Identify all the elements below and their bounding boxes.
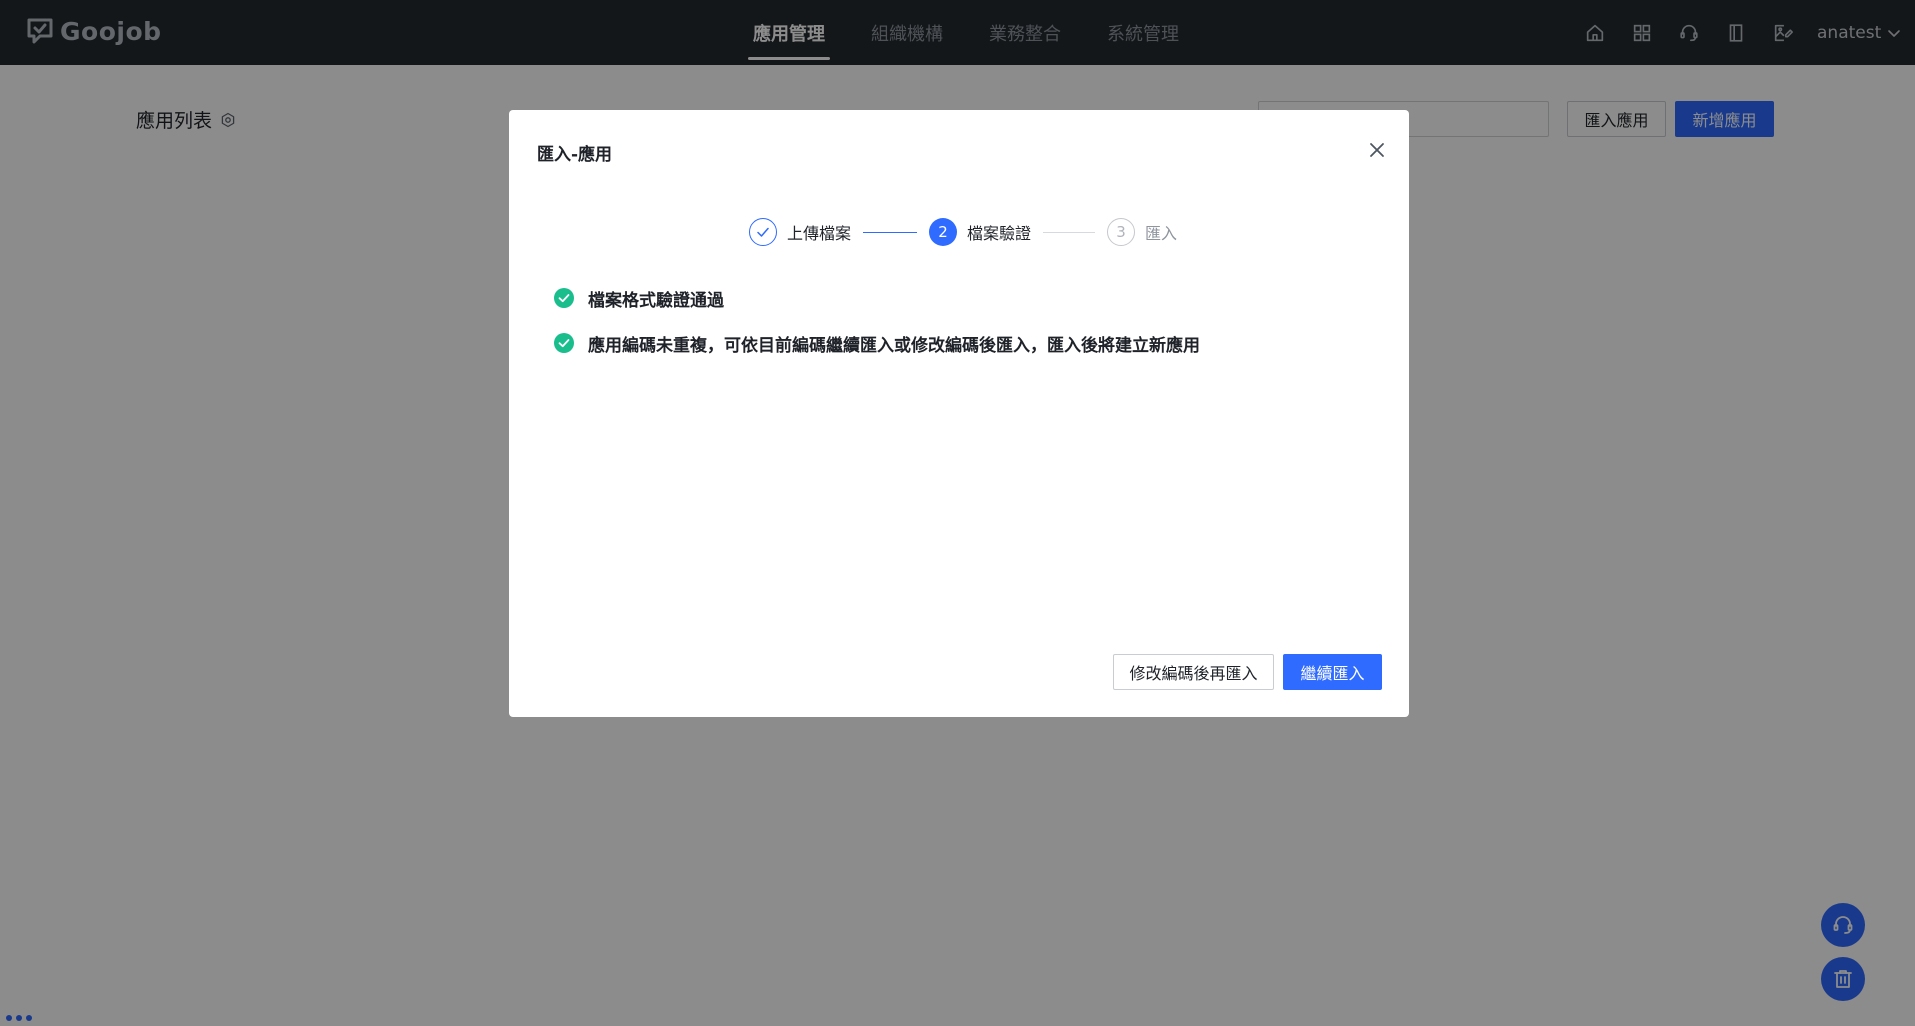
validation-result-row: 檔案格式驗證通過	[554, 286, 1200, 311]
step-validate: 2 檔案驗證	[929, 218, 1031, 246]
step-number: 2	[929, 218, 958, 246]
validation-results: 檔案格式驗證通過 應用編碼未重複，可依目前編碼繼續匯入或修改編碼後匯入，匯入後將…	[554, 286, 1200, 376]
step-upload: 上傳檔案	[749, 218, 851, 246]
validation-result-row: 應用編碼未重複，可依目前編碼繼續匯入或修改編碼後匯入，匯入後將建立新應用	[554, 331, 1200, 356]
step-connector	[1043, 231, 1096, 233]
validation-message: 應用編碼未重複，可依目前編碼繼續匯入或修改編碼後匯入，匯入後將建立新應用	[588, 335, 1200, 356]
close-icon[interactable]	[1367, 140, 1387, 160]
step-import: 3 匯入	[1107, 218, 1177, 246]
step-label: 上傳檔案	[787, 224, 852, 243]
step-label: 匯入	[1145, 224, 1178, 243]
step-connector	[863, 231, 918, 233]
import-app-dialog: 匯入-應用 上傳檔案 2 檔案驗證 3 匯入 檔案格式驗證通過 應用編碼未重複，…	[509, 110, 1409, 717]
success-check-icon	[554, 333, 574, 353]
step-label: 檔案驗證	[967, 224, 1032, 243]
import-steps: 上傳檔案 2 檔案驗證 3 匯入	[749, 218, 1177, 246]
step-done-check-icon	[749, 218, 777, 246]
validation-message: 檔案格式驗證通過	[588, 290, 724, 311]
success-check-icon	[554, 288, 574, 308]
step-number: 3	[1107, 218, 1136, 246]
dialog-title: 匯入-應用	[537, 145, 613, 165]
continue-import-button[interactable]: 繼續匯入	[1283, 654, 1382, 690]
modify-code-button[interactable]: 修改編碼後再匯入	[1113, 654, 1274, 690]
